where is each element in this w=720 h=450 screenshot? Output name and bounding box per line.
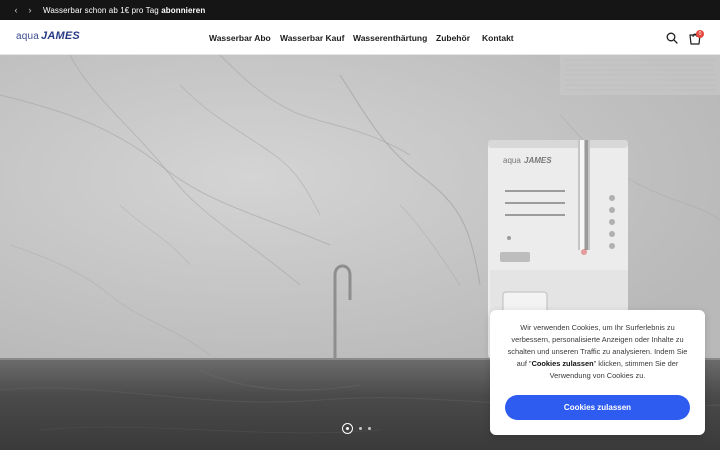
nav-item-wasserenthaertung[interactable]: Wasserenthärtung [353,33,427,43]
slider-dot-active[interactable] [342,423,353,434]
slider-dot[interactable] [368,427,371,430]
accept-cookies-button[interactable]: Cookies zulassen [505,395,690,420]
svg-text:JAMES: JAMES [524,156,552,165]
announcement-bar: ‹ › Wasserbar schon ab 1€ pro Tag abonni… [0,0,720,20]
announcement-message: Wasserbar schon ab 1€ pro Tag [43,5,159,15]
cart-count-badge: 0 [696,30,704,38]
nav-item-wasserbar-abo[interactable]: Wasserbar Abo [209,33,271,43]
cookie-consent-dialog: Wir verwenden Cookies, um Ihr Surferlebn… [490,310,705,435]
announcement-link[interactable]: abonnieren [161,6,205,15]
logo-text-james: JAMES [41,30,80,42]
main-nav: Wasserbar Abo Wasserbar Kauf Wasserenthä… [0,20,720,55]
cookie-text-highlight: Cookies zulassen [531,359,594,368]
logo-text-aqua: aqua [16,31,40,42]
chevron-right-icon[interactable]: › [23,0,37,20]
nav-item-kontakt[interactable]: Kontakt [482,33,514,43]
logo[interactable]: aqua JAMES [16,30,80,44]
cookie-consent-text: Wir verwenden Cookies, um Ihr Surferlebn… [504,322,691,382]
slider-pagination [342,423,371,434]
nav-item-wasserbar-kauf[interactable]: Wasserbar Kauf [280,33,344,43]
site-header: aqua JAMES Wasserbar Abo Wasserbar Kauf … [0,20,720,55]
search-icon[interactable] [666,32,678,44]
announcement-text[interactable]: Wasserbar schon ab 1€ pro Tag abonnieren [43,6,205,15]
nav-item-zubehoer[interactable]: Zubehör [436,33,470,43]
chevron-left-icon[interactable]: ‹ [9,0,23,20]
svg-text:aqua: aqua [503,156,521,165]
slider-dot[interactable] [359,427,362,430]
